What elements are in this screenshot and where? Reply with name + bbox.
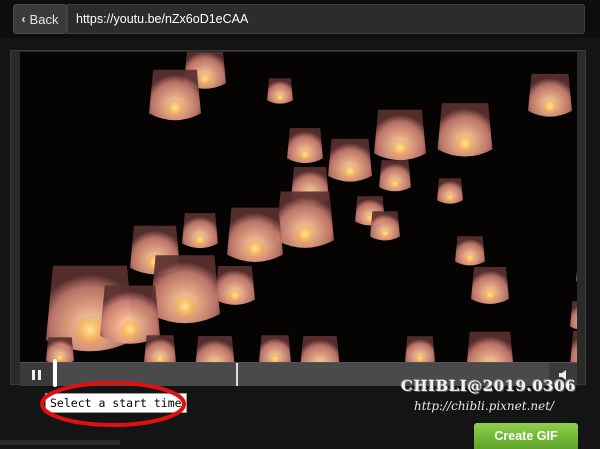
lantern [455, 236, 485, 266]
lantern [466, 331, 514, 362]
lantern [437, 178, 463, 204]
lantern [182, 213, 218, 249]
create-gif-button[interactable]: Create GIF [474, 423, 578, 449]
lantern [149, 69, 201, 121]
sky-lanterns-scene [20, 52, 577, 362]
lantern [287, 128, 323, 164]
lantern [528, 73, 572, 117]
lantern [437, 103, 493, 157]
lantern [227, 207, 283, 262]
lantern [267, 78, 293, 104]
watermark-author: CHIBLI@2019.0306 [401, 377, 577, 395]
lantern [144, 335, 176, 362]
lantern [370, 211, 400, 241]
lantern [328, 138, 372, 182]
pause-icon [31, 369, 35, 380]
lantern [300, 336, 340, 362]
pause-button[interactable] [20, 363, 52, 386]
url-input[interactable]: https://youtu.be/nZx6oD1eCAA [67, 4, 585, 34]
bottom-tab [0, 440, 120, 445]
lantern [46, 337, 74, 362]
back-label: Back [29, 11, 59, 27]
lantern [215, 266, 255, 305]
top-bar: ‹ Back https://youtu.be/nZx6oD1eCAA [0, 0, 600, 38]
start-time-handle[interactable] [53, 359, 57, 387]
lantern [405, 336, 435, 362]
video-area[interactable] [20, 52, 577, 362]
watermark-url: http://chibli.pixnet.net/ [414, 399, 555, 413]
lantern [259, 335, 291, 362]
lantern [276, 191, 334, 248]
lantern [374, 109, 426, 161]
chevron-left-icon: ‹ [21, 12, 26, 26]
lantern [100, 285, 160, 344]
playhead[interactable] [236, 363, 238, 386]
lantern [471, 267, 509, 304]
start-time-tooltip: Select a start time [45, 393, 187, 413]
lantern [195, 336, 235, 362]
lantern [379, 160, 411, 192]
lantern [150, 255, 220, 324]
back-button[interactable]: ‹ Back [13, 4, 67, 34]
